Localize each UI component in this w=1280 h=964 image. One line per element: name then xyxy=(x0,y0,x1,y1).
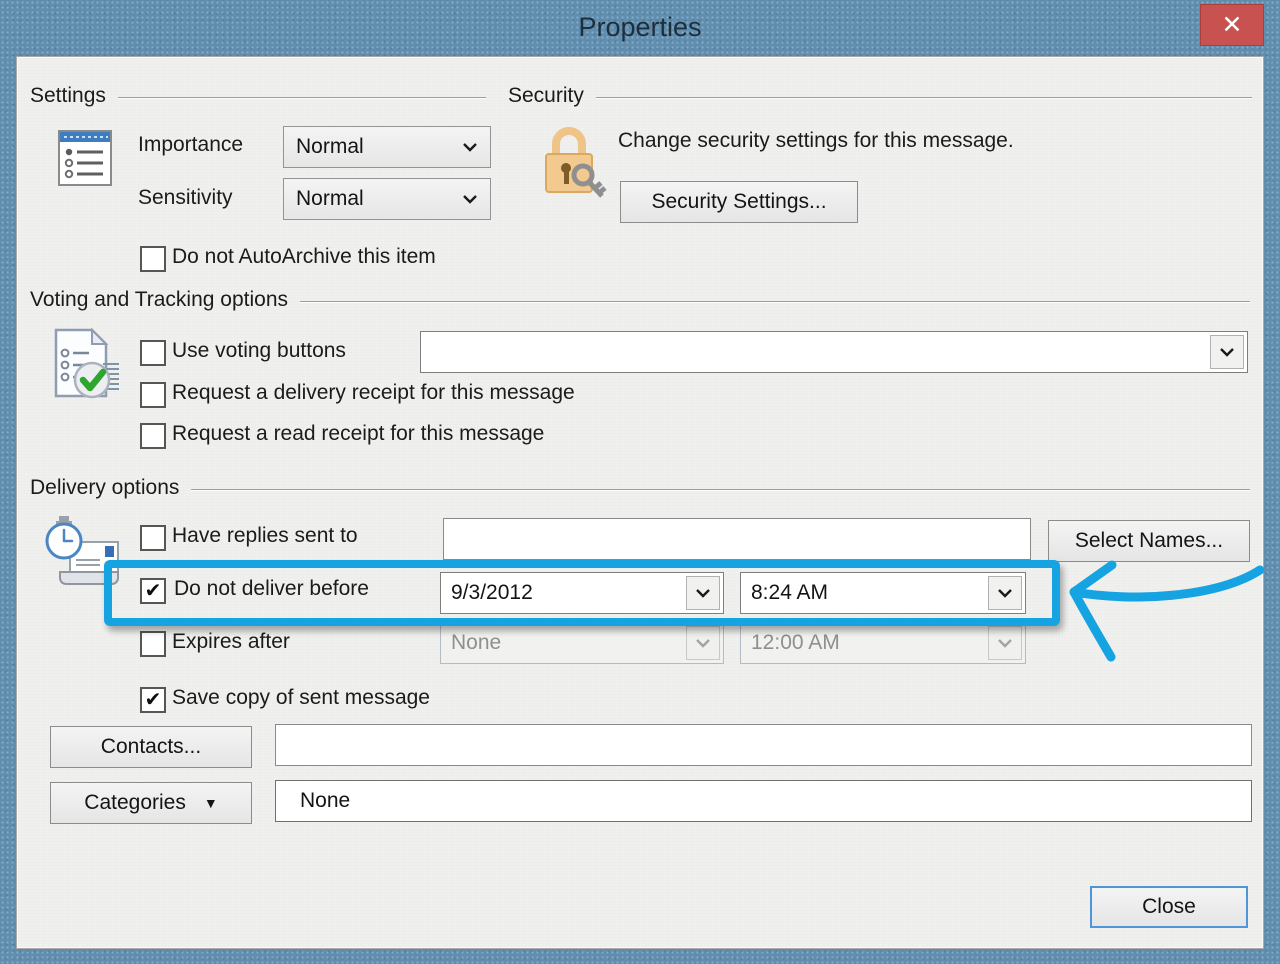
expires-label: Expires after xyxy=(172,630,290,654)
chevron-down-icon xyxy=(997,588,1013,598)
section-divider xyxy=(596,97,1252,99)
chevron-down-icon xyxy=(462,142,478,152)
categories-button[interactable]: Categories ▼ xyxy=(50,782,252,824)
autoarchive-label: Do not AutoArchive this item xyxy=(172,245,436,269)
expires-checkbox[interactable] xyxy=(140,631,166,657)
deliver-date-combobox[interactable]: 9/3/2012 xyxy=(440,572,724,614)
delivery-timer-icon xyxy=(42,512,126,596)
sensitivity-select[interactable]: Normal xyxy=(283,178,491,220)
expires-date-combobox: None xyxy=(440,622,724,664)
dropdown-arrow-icon: ▼ xyxy=(204,795,218,811)
categories-label-post: ories xyxy=(140,791,186,815)
replies-to-input[interactable] xyxy=(443,518,1031,560)
security-section-header: Security xyxy=(508,84,1252,108)
properties-dialog: Properties ✕ Settings Security Importanc… xyxy=(0,0,1280,964)
dialog-title: Properties xyxy=(0,12,1280,43)
deliver-time-value: 8:24 AM xyxy=(741,581,828,605)
chevron-down-icon xyxy=(1219,347,1235,357)
expires-date-dropdown-button xyxy=(686,626,720,660)
voting-dropdown-button[interactable] xyxy=(1210,335,1244,369)
read-receipt-label: Request a read receipt for this message xyxy=(172,422,544,446)
delivery-receipt-checkbox[interactable] xyxy=(140,382,166,408)
do-not-deliver-checkbox[interactable]: ✔ xyxy=(140,578,166,604)
contacts-input[interactable] xyxy=(275,724,1252,766)
close-button[interactable]: Close xyxy=(1090,886,1248,928)
use-voting-label: Use voting buttons xyxy=(172,339,346,363)
categories-label-pre: Cate xyxy=(84,791,128,815)
importance-value: Normal xyxy=(296,135,364,159)
delivery-section-header: Delivery options xyxy=(30,476,1250,500)
select-names-button[interactable]: Select Names... xyxy=(1048,520,1250,562)
read-receipt-checkbox[interactable] xyxy=(140,423,166,449)
have-replies-checkbox[interactable] xyxy=(140,525,166,551)
settings-list-icon xyxy=(57,127,113,187)
security-settings-button[interactable]: Security Settings... xyxy=(620,181,858,223)
checkmark: ✔ xyxy=(145,581,162,601)
categories-value: None xyxy=(300,789,350,813)
voting-check-icon xyxy=(46,326,122,404)
section-divider xyxy=(191,489,1250,491)
expires-time-combobox: 12:00 AM xyxy=(740,622,1026,664)
delivery-header-label: Delivery options xyxy=(30,476,179,500)
close-icon: ✕ xyxy=(1222,10,1243,40)
save-copy-label: Save copy of sent message xyxy=(172,686,430,710)
security-header-label: Security xyxy=(508,84,584,108)
expires-date-value: None xyxy=(441,631,501,655)
settings-header-label: Settings xyxy=(30,84,106,108)
deliver-date-value: 9/3/2012 xyxy=(441,581,533,605)
categories-field[interactable]: None xyxy=(275,780,1252,822)
security-description: Change security settings for this messag… xyxy=(618,129,1014,153)
expires-time-value: 12:00 AM xyxy=(741,631,840,655)
deliver-time-dropdown-button[interactable] xyxy=(988,576,1022,610)
voting-combobox[interactable] xyxy=(420,331,1248,373)
voting-header-label: Voting and Tracking options xyxy=(30,288,288,312)
delivery-receipt-label: Request a delivery receipt for this mess… xyxy=(172,381,575,405)
chevron-down-icon xyxy=(997,638,1013,648)
use-voting-checkbox[interactable] xyxy=(140,340,166,366)
deliver-time-combobox[interactable]: 8:24 AM xyxy=(740,572,1026,614)
autoarchive-checkbox[interactable] xyxy=(140,246,166,272)
save-copy-checkbox[interactable]: ✔ xyxy=(140,687,166,713)
section-divider xyxy=(118,97,486,99)
sensitivity-value: Normal xyxy=(296,187,364,211)
section-divider xyxy=(300,301,1250,303)
deliver-date-dropdown-button[interactable] xyxy=(686,576,720,610)
checkmark: ✔ xyxy=(145,690,162,710)
sensitivity-label: Sensitivity xyxy=(138,186,233,210)
have-replies-label: Have replies sent to xyxy=(172,524,358,548)
expires-time-dropdown-button xyxy=(988,626,1022,660)
chevron-down-icon xyxy=(695,638,711,648)
chevron-down-icon xyxy=(462,194,478,204)
categories-label-accel: g xyxy=(129,791,141,815)
lock-icon xyxy=(536,118,608,200)
window-close-button[interactable]: ✕ xyxy=(1200,4,1264,46)
chevron-down-icon xyxy=(695,588,711,598)
importance-label: Importance xyxy=(138,133,243,157)
importance-select[interactable]: Normal xyxy=(283,126,491,168)
contacts-button[interactable]: Contacts... xyxy=(50,726,252,768)
settings-section-header: Settings xyxy=(30,84,486,108)
voting-section-header: Voting and Tracking options xyxy=(30,288,1250,312)
do-not-deliver-label: Do not deliver before xyxy=(174,577,369,601)
